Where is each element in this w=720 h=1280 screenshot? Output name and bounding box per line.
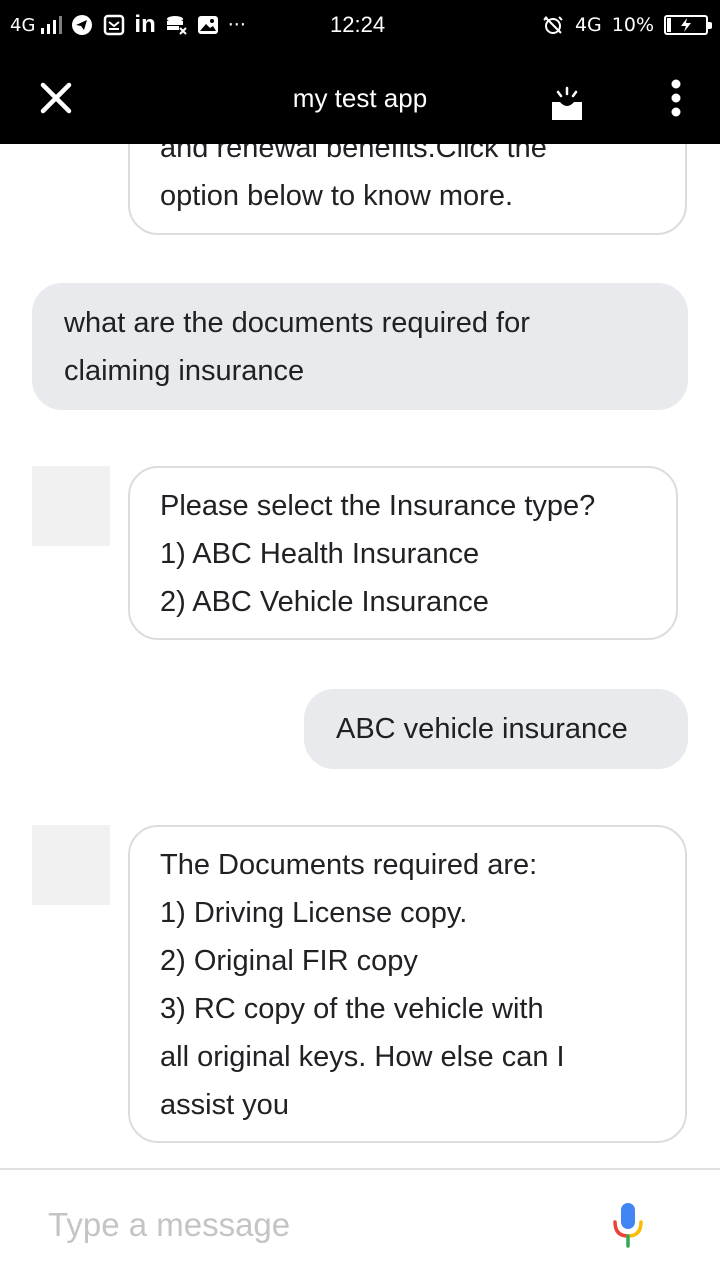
message-line: assist you — [160, 1089, 289, 1121]
message-line: claiming insurance — [64, 355, 305, 387]
bot-avatar — [32, 825, 110, 905]
inbox-tray-icon — [552, 86, 582, 120]
microphone-icon — [613, 1203, 643, 1248]
message-line: 1) ABC Health Insurance — [160, 538, 480, 570]
tray-button[interactable] — [546, 84, 588, 124]
signal-icon — [41, 16, 63, 34]
message-line: 2) ABC Vehicle Insurance — [160, 586, 489, 618]
app-bar: my test app — [0, 50, 720, 144]
composer-bar — [0, 1168, 720, 1280]
chat-area[interactable]: and renewal benefits.Click the option be… — [0, 144, 720, 1168]
alarm-off-icon — [541, 13, 565, 37]
more-vert-icon — [671, 79, 681, 117]
message-line: 3) RC copy of the vehicle with — [160, 993, 544, 1025]
message-line: option below to know more. — [160, 180, 514, 212]
network-type-left: 4G — [10, 14, 36, 36]
clock: 12:24 — [330, 12, 386, 37]
battery-level — [667, 18, 671, 32]
message-input[interactable] — [48, 1200, 568, 1250]
bot-avatar — [32, 466, 110, 546]
mail-icon — [102, 13, 126, 37]
battery-icon — [664, 15, 712, 35]
database-sync-icon — [164, 13, 188, 37]
message-line: 1) Driving License copy. — [160, 897, 468, 929]
message-line: 2) Original FIR copy — [160, 945, 418, 977]
message-line: and renewal benefits.Click the — [160, 144, 547, 164]
mic-button[interactable] — [610, 1200, 646, 1250]
more-options-button[interactable] — [666, 78, 686, 118]
status-right: 4G 10% — [541, 0, 712, 50]
message-line: The Documents required are: — [160, 849, 538, 881]
message-line: what are the documents required for — [64, 307, 530, 339]
bot-message: Please select the Insurance type? 1) ABC… — [128, 466, 678, 640]
bot-message: The Documents required are: 1) Driving L… — [128, 825, 687, 1143]
image-icon — [196, 13, 220, 37]
message-line: Please select the Insurance type? — [160, 490, 596, 522]
user-message: what are the documents required for clai… — [32, 283, 688, 410]
user-message: ABC vehicle insurance — [304, 689, 688, 769]
linkedin-icon: in — [134, 11, 156, 38]
network-type-right: 4G — [574, 14, 602, 36]
message-line: ABC vehicle insurance — [336, 713, 628, 745]
message-line: all original keys. How else can I — [160, 1041, 565, 1073]
battery-percent: 10% — [611, 14, 654, 36]
telegram-icon — [70, 13, 94, 37]
status-left: 4G in ··· — [10, 0, 246, 50]
app-title: my test app — [292, 83, 428, 113]
bot-message: and renewal benefits.Click the option be… — [128, 144, 687, 235]
more-notifications-icon: ··· — [227, 14, 246, 36]
status-bar: 4G in ··· 12:24 4G 10% — [0, 0, 720, 50]
